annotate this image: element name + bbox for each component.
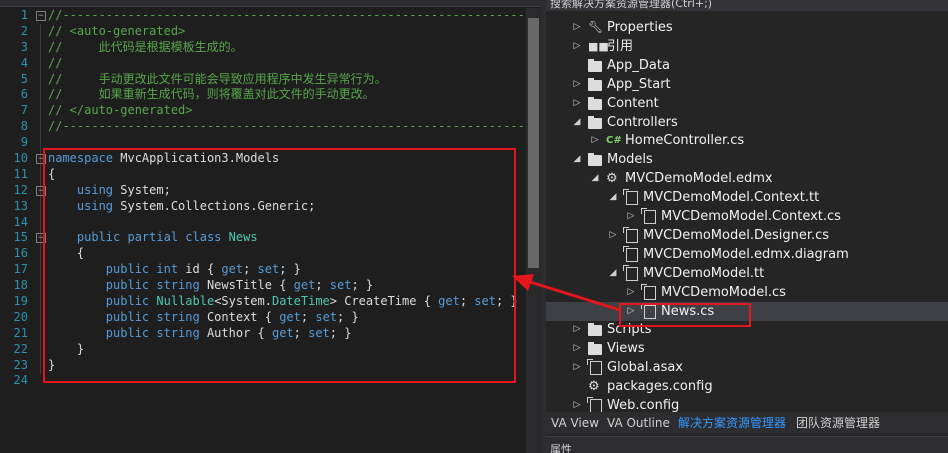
arrow-head <box>512 274 534 291</box>
annotation-arrow <box>512 274 621 312</box>
arrow-shaft <box>529 280 621 312</box>
